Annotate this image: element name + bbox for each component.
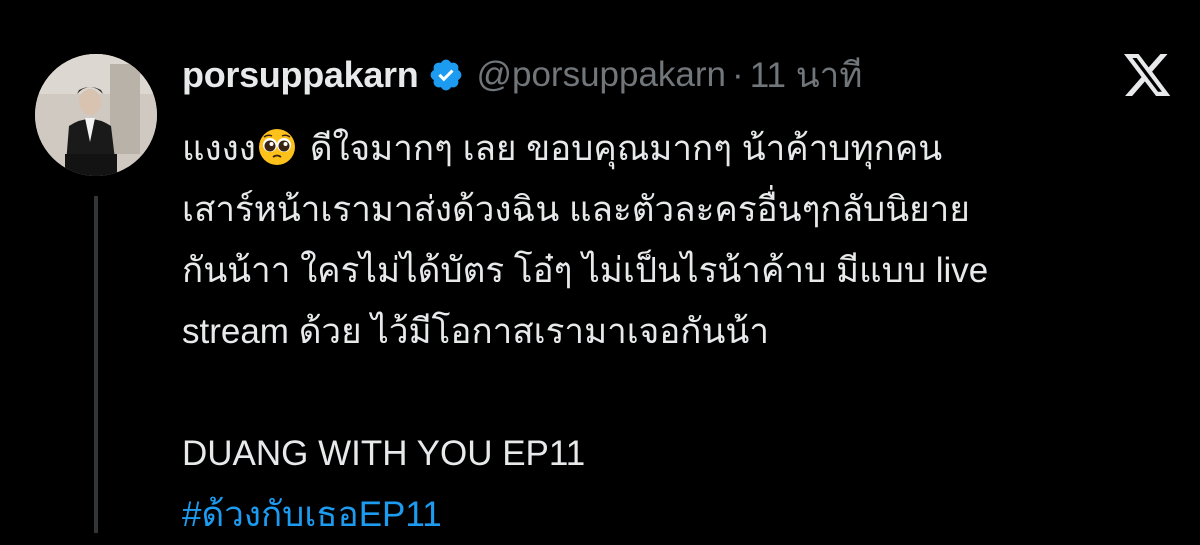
body-line-3: กันน้าา ใครไม่ได้บัตร โอ๋ๆ ไม่เป็นไรน้าค… xyxy=(182,251,989,290)
body-line-2: เสาร์หน้าเรามาส่งด้วงฉิน และตัวละครอื่นๆ… xyxy=(182,190,970,229)
timestamp[interactable]: 11 นาที xyxy=(750,48,863,103)
avatar[interactable] xyxy=(35,54,157,176)
pleading-face-emoji xyxy=(258,124,296,165)
body-line-1: แงงง ดีใจมากๆ เลย ขอบคุณมากๆ น้าค้าบทุกค… xyxy=(182,118,1182,179)
body-text-segment: ดีใจมากๆ เลย ขอบคุณมากๆ น้าค้าบทุกคน xyxy=(309,129,943,168)
separator-dot: · xyxy=(732,55,744,94)
body-line-5: DUANG WITH YOU EP11 xyxy=(182,434,586,473)
hashtag-link[interactable]: #ด้วงกับเธอEP11 xyxy=(182,484,1182,545)
tweet-header: porsuppakarn @porsuppakarn · 11 นาที xyxy=(182,50,862,100)
tweet-body: แงงง ดีใจมากๆ เลย ขอบคุณมากๆ น้าค้าบทุกค… xyxy=(182,118,1182,545)
body-text-segment: แงงง xyxy=(182,129,256,168)
avatar-photo xyxy=(35,54,157,176)
verified-badge-icon xyxy=(428,57,464,93)
handle[interactable]: @porsuppakarn xyxy=(476,55,726,95)
display-name[interactable]: porsuppakarn xyxy=(182,54,419,96)
body-line-4: stream ด้วย ไว้มีโอกาสเรามาเจอกันน้า xyxy=(182,312,769,351)
x-logo-icon[interactable] xyxy=(1124,54,1172,98)
thread-line xyxy=(94,196,98,533)
